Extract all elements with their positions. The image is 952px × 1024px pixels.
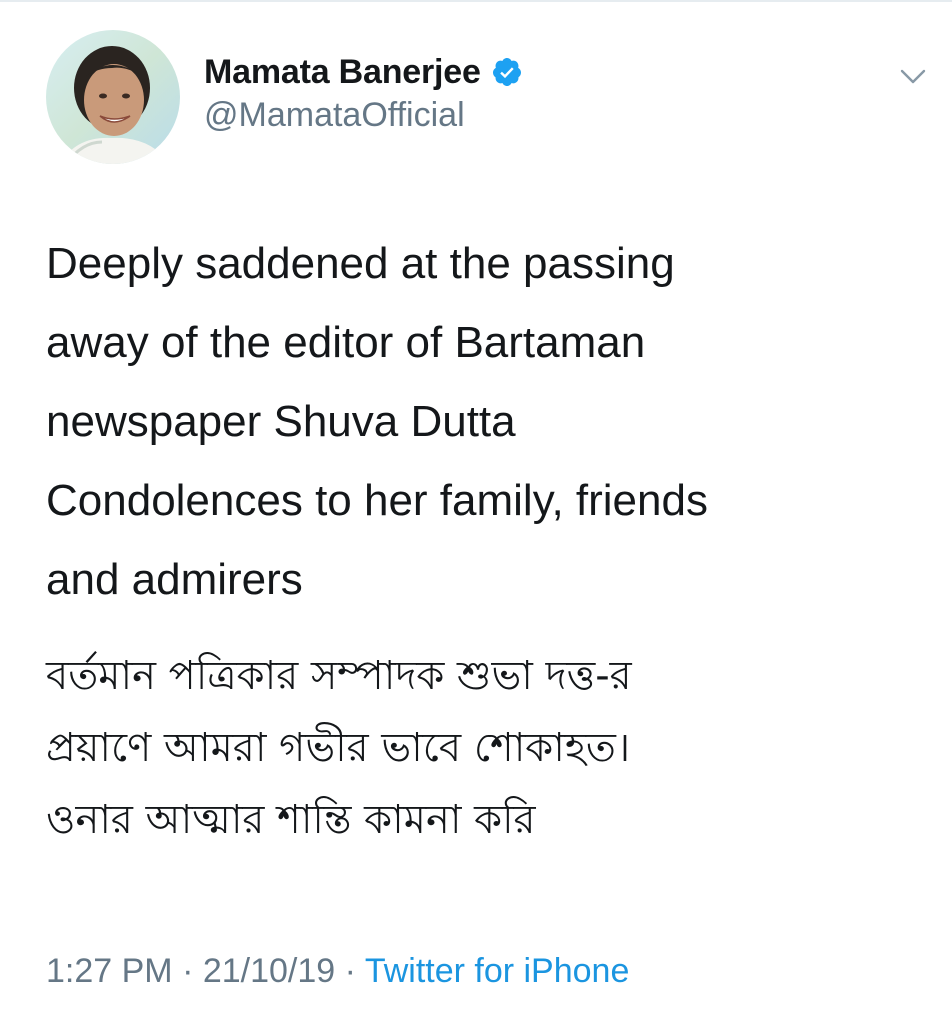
tweet-text-line: and admirers: [46, 555, 303, 604]
author-handle[interactable]: @MamataOfficial: [204, 96, 465, 135]
tweet-text-line: newspaper Shuva Dutta: [46, 397, 516, 446]
tweet-date[interactable]: 21/10/19: [203, 952, 335, 990]
meta-separator: ·: [172, 952, 203, 990]
tweet-time[interactable]: 1:27 PM: [46, 952, 173, 990]
tweet-source-link[interactable]: Twitter for iPhone: [365, 952, 630, 990]
tweet-text-line: ওনার আত্মার শান্তি কামনা করি: [46, 797, 536, 843]
author-name-row[interactable]: Mamata Banerjee: [204, 50, 523, 94]
tweet-text-line: Deeply saddened at the passing: [46, 239, 675, 288]
avatar[interactable]: [46, 30, 180, 164]
tweet-meta: 1:27 PM · 21/10/19 · Twitter for iPhone: [46, 952, 629, 991]
avatar-image: [46, 30, 180, 164]
tweet-text-english: Deeply saddened at the passing away of t…: [46, 224, 906, 619]
author-display-name[interactable]: Mamata Banerjee: [204, 53, 481, 92]
chevron-down-icon[interactable]: [898, 66, 928, 88]
tweet-card: Mamata Banerjee @MamataOfficial Deeply s…: [0, 0, 952, 1024]
tweet-text-line: Condolences to her family, friends: [46, 476, 708, 525]
tweet-text-line: প্রয়াণে আমরা গভীর ভাবে শোকাহত।: [46, 725, 631, 771]
tweet-text-line: বর্তমান পত্রিকার সম্পাদক শুভা দত্ত-র: [46, 653, 632, 699]
tweet-text-bengali: বর্তমান পত্রিকার সম্পাদক শুভা দত্ত-র প্র…: [46, 640, 906, 856]
meta-separator: ·: [335, 952, 365, 990]
verified-badge-icon: [491, 56, 523, 88]
tweet-text-line: away of the editor of Bartaman: [46, 318, 646, 367]
